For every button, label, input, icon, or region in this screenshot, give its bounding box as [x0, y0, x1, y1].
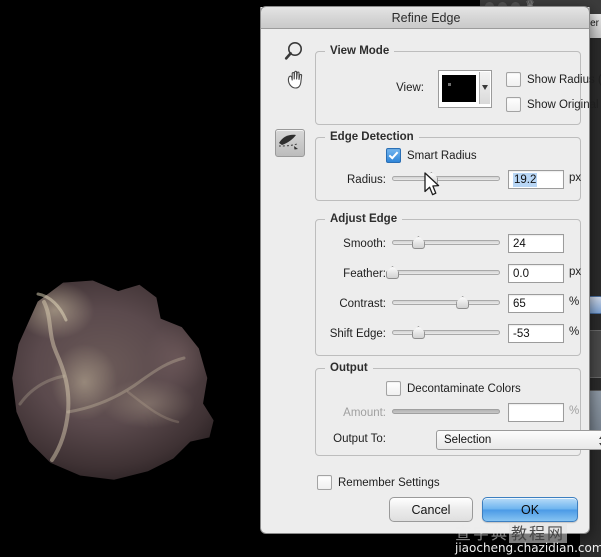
- view-mode-thumbnail[interactable]: [438, 70, 492, 108]
- view-label: View:: [376, 82, 424, 94]
- contrast-label: Contrast:: [316, 298, 386, 310]
- amount-unit: %: [569, 405, 579, 417]
- magnifier-icon: [283, 40, 309, 64]
- contrast-unit: %: [569, 296, 579, 308]
- radius-unit: px: [569, 172, 581, 184]
- smart-radius-label: Smart Radius: [407, 150, 477, 162]
- adjust-edge-group-label: Adjust Edge: [325, 213, 402, 225]
- decontaminate-colors-checkbox[interactable]: [386, 381, 401, 396]
- radius-slider[interactable]: [392, 171, 500, 185]
- show-radius-checkbox[interactable]: [506, 72, 521, 87]
- radius-input-value: 19.2: [513, 173, 537, 187]
- radius-input[interactable]: 19.2: [508, 170, 564, 189]
- shift-edge-slider-thumb[interactable]: [412, 325, 425, 338]
- output-to-dropdown[interactable]: Selection: [436, 430, 601, 450]
- smooth-slider-track: [392, 240, 500, 245]
- remember-settings-checkbox[interactable]: [317, 475, 332, 490]
- amount-slider-track: [392, 409, 500, 414]
- output-group: Output Decontaminate Colors Amount: % Ou…: [315, 368, 581, 456]
- amount-slider: [392, 404, 500, 418]
- edge-detection-group: Edge Detection Smart Radius Radius: 19.2…: [315, 137, 581, 201]
- shift-edge-unit: %: [569, 326, 579, 338]
- feather-unit: px: [569, 266, 581, 278]
- cancel-button[interactable]: Cancel: [389, 497, 473, 522]
- radius-label: Radius:: [326, 174, 386, 186]
- feather-slider-thumb[interactable]: [386, 265, 399, 278]
- watermark-url: jiaocheng.chazidian.com: [455, 541, 601, 555]
- contrast-input[interactable]: 65: [508, 294, 564, 313]
- show-original-checkbox-row[interactable]: Show Original (P): [506, 97, 601, 112]
- output-to-label: Output To:: [316, 433, 386, 445]
- refine-brush-icon: [276, 130, 302, 154]
- feather-slider-track: [392, 270, 500, 275]
- shift-edge-label: Shift Edge:: [316, 328, 386, 340]
- amount-label: Amount:: [316, 407, 386, 419]
- adjust-edge-group: Adjust Edge Smooth: 24 Feather: 0.0 px C…: [315, 219, 581, 356]
- view-mode-group: View Mode View: Show Radius (J) Show Ori…: [315, 51, 581, 125]
- feather-label: Feather:: [316, 268, 386, 280]
- refine-radius-brush-tool-button[interactable]: [275, 129, 305, 157]
- zoom-tool-button[interactable]: [277, 39, 305, 65]
- watermark: 查字典教程网 jiaocheng.chazidian.com: [455, 520, 601, 557]
- smart-radius-checkbox[interactable]: [386, 148, 401, 163]
- radius-slider-track: [392, 176, 500, 181]
- show-radius-label: Show Radius (J): [527, 74, 601, 86]
- output-to-value: Selection: [444, 434, 491, 446]
- contrast-slider[interactable]: [392, 295, 500, 309]
- feather-slider[interactable]: [392, 265, 500, 279]
- amount-input: [508, 403, 564, 422]
- dialog-titlebar[interactable]: Refine Edge: [260, 6, 590, 29]
- smooth-slider-thumb[interactable]: [412, 235, 425, 248]
- show-radius-checkbox-row[interactable]: Show Radius (J): [506, 72, 601, 87]
- smooth-slider[interactable]: [392, 235, 500, 249]
- shift-edge-input[interactable]: -53: [508, 324, 564, 343]
- refine-edge-dialog: Refine Edge View Mode View:: [260, 7, 590, 534]
- rock-photo-subject: [8, 272, 220, 484]
- contrast-slider-track: [392, 300, 500, 305]
- contrast-slider-thumb[interactable]: [456, 295, 469, 308]
- decontaminate-colors-label: Decontaminate Colors: [407, 383, 521, 395]
- output-group-label: Output: [325, 362, 373, 374]
- show-original-checkbox[interactable]: [506, 97, 521, 112]
- view-mode-group-label: View Mode: [325, 45, 394, 57]
- hand-tool-button[interactable]: [277, 67, 305, 93]
- tool-column: [277, 39, 311, 95]
- radius-slider-thumb[interactable]: [425, 171, 438, 184]
- chevron-down-icon: [482, 85, 488, 90]
- decontaminate-colors-checkbox-row[interactable]: Decontaminate Colors: [386, 381, 521, 396]
- remember-settings-checkbox-row[interactable]: Remember Settings: [317, 475, 440, 490]
- shift-edge-slider-track: [392, 330, 500, 335]
- hand-icon: [283, 68, 309, 92]
- view-mode-dropdown-button[interactable]: [479, 72, 490, 104]
- smooth-input[interactable]: 24: [508, 234, 564, 253]
- ok-button[interactable]: OK: [482, 497, 578, 522]
- remember-settings-label: Remember Settings: [338, 477, 440, 489]
- smooth-label: Smooth:: [316, 238, 386, 250]
- dialog-title: Refine Edge: [261, 11, 591, 25]
- smart-radius-checkbox-row[interactable]: Smart Radius: [386, 148, 477, 163]
- view-preview-speck: [448, 83, 451, 86]
- feather-input[interactable]: 0.0: [508, 264, 564, 283]
- view-preview-image: [442, 75, 476, 102]
- edge-detection-group-label: Edge Detection: [325, 131, 419, 143]
- shift-edge-slider[interactable]: [392, 325, 500, 339]
- show-original-label: Show Original (P): [527, 99, 601, 111]
